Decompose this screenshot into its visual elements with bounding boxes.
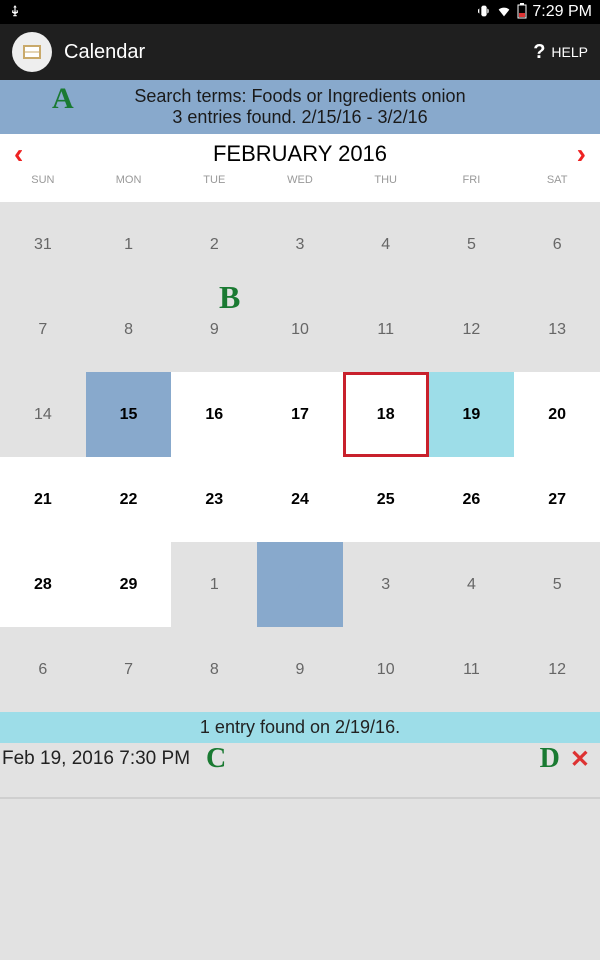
weekday-row: SUN MON TUE WED THU FRI SAT (0, 174, 600, 202)
day-cell[interactable]: 14 (0, 372, 86, 457)
annotation-d: D (540, 743, 560, 775)
day-cell[interactable]: 9 (257, 627, 343, 712)
day-cell[interactable]: 12 (429, 287, 515, 372)
day-cell[interactable]: 4 (343, 202, 429, 287)
week-row: 31123456 (0, 202, 600, 287)
app-title: Calendar (64, 41, 145, 64)
day-cell[interactable]: 17 (257, 372, 343, 457)
help-button[interactable]: ? HELP (533, 41, 588, 64)
entry-found-banner: 1 entry found on 2/19/16. (0, 712, 600, 743)
help-label: HELP (551, 44, 588, 60)
day-cell[interactable]: 6 (0, 627, 86, 712)
calendar-grid: 3112345678910111213141516171819202122232… (0, 202, 600, 712)
day-cell[interactable]: 6 (514, 202, 600, 287)
weekday-sun: SUN (0, 174, 86, 202)
day-cell[interactable]: 2 (257, 542, 343, 627)
day-cell[interactable]: 28 (0, 542, 86, 627)
app-bar: Calendar ? HELP (0, 24, 600, 80)
app-icon (12, 32, 52, 72)
day-cell[interactable]: 3 (257, 202, 343, 287)
wifi-icon (496, 3, 512, 22)
weekday-sat: SAT (514, 174, 600, 202)
day-cell[interactable]: 9 (171, 287, 257, 372)
week-row: 282912345 (0, 542, 600, 627)
day-cell[interactable]: 12 (514, 627, 600, 712)
week-row: 14151617181920 (0, 372, 600, 457)
vibrate-icon (476, 3, 492, 22)
search-results-banner: A Search terms: Foods or Ingredients oni… (0, 80, 600, 134)
day-cell[interactable]: 2 (171, 202, 257, 287)
day-cell[interactable]: 11 (343, 287, 429, 372)
prev-month-button[interactable]: ‹ (14, 138, 23, 170)
day-cell[interactable]: 26 (429, 457, 515, 542)
day-cell[interactable]: 29 (86, 542, 172, 627)
annotation-a: A (52, 82, 74, 116)
status-time: 7:29 PM (532, 3, 592, 21)
weekday-wed: WED (257, 174, 343, 202)
week-row: 6789101112 (0, 627, 600, 712)
entry-divider (0, 775, 600, 799)
day-cell[interactable]: 7 (0, 287, 86, 372)
day-cell[interactable]: 25 (343, 457, 429, 542)
day-cell[interactable]: 24 (257, 457, 343, 542)
annotation-b: B (219, 279, 240, 316)
day-cell[interactable]: 23 (171, 457, 257, 542)
month-title: FEBRUARY 2016 (213, 141, 387, 167)
status-bar: 7:29 PM (0, 0, 600, 24)
next-month-button[interactable]: › (577, 138, 586, 170)
day-cell[interactable]: 11 (429, 627, 515, 712)
day-cell[interactable]: 27 (514, 457, 600, 542)
day-cell[interactable]: 13 (514, 287, 600, 372)
day-cell[interactable]: 18 (343, 372, 429, 457)
usb-icon (8, 4, 22, 21)
day-cell[interactable]: 5 (514, 542, 600, 627)
close-entry-button[interactable]: ✕ (570, 745, 590, 774)
day-cell[interactable]: 20 (514, 372, 600, 457)
day-cell[interactable]: 16 (171, 372, 257, 457)
day-cell[interactable]: 1 (86, 202, 172, 287)
help-icon: ? (533, 41, 545, 64)
day-cell[interactable]: 7 (86, 627, 172, 712)
week-row: 21222324252627 (0, 457, 600, 542)
day-cell[interactable]: 3 (343, 542, 429, 627)
day-cell[interactable]: 21 (0, 457, 86, 542)
day-cell[interactable]: 5 (429, 202, 515, 287)
entry-row[interactable]: Feb 19, 2016 7:30 PM C D ✕ (0, 743, 600, 775)
search-line-2: 3 entries found. 2/15/16 - 3/2/16 (0, 107, 600, 128)
day-cell[interactable]: 8 (171, 627, 257, 712)
day-cell[interactable]: 19 (429, 372, 515, 457)
weekday-thu: THU (343, 174, 429, 202)
day-cell[interactable]: 10 (343, 627, 429, 712)
day-cell[interactable]: 4 (429, 542, 515, 627)
annotation-c: C (206, 743, 226, 775)
search-line-1: Search terms: Foods or Ingredients onion (0, 86, 600, 107)
week-row: 78910111213 (0, 287, 600, 372)
weekday-tue: TUE (171, 174, 257, 202)
weekday-fri: FRI (429, 174, 515, 202)
day-cell[interactable]: 22 (86, 457, 172, 542)
battery-icon (516, 3, 528, 22)
day-cell[interactable]: 15 (86, 372, 172, 457)
day-cell[interactable]: 1 (171, 542, 257, 627)
entry-datetime: Feb 19, 2016 7:30 PM (2, 748, 190, 770)
day-cell[interactable]: 10 (257, 287, 343, 372)
day-cell[interactable]: 31 (0, 202, 86, 287)
day-cell[interactable]: 8 (86, 287, 172, 372)
weekday-mon: MON (86, 174, 172, 202)
month-header: ‹ FEBRUARY 2016 › (0, 134, 600, 174)
